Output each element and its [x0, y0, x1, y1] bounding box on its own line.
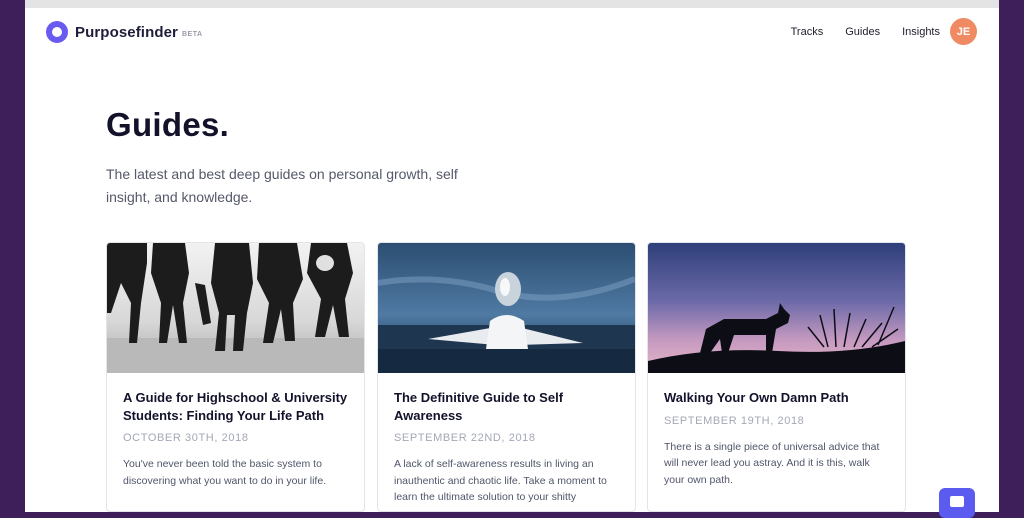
nav-item-guides[interactable]: Guides [845, 26, 880, 38]
guide-card-date: OCTOBER 30TH, 2018 [123, 432, 249, 444]
guide-card-image-students[interactable] [107, 243, 364, 373]
nav-item-tracks[interactable]: Tracks [791, 26, 824, 38]
avatar[interactable]: JE [950, 18, 977, 45]
mirror-head-ocean-image [378, 243, 635, 373]
logo-ring-icon [46, 21, 68, 43]
guide-card-excerpt: A lack of self-awareness results in livi… [394, 458, 607, 503]
guide-card[interactable]: Walking Your Own Damn Path SEPTEMBER 19T… [647, 242, 906, 512]
top-nav: Tracks Guides Insights JE [769, 18, 977, 45]
brand-name: Purposefinder [75, 23, 178, 41]
brand-logo[interactable]: Purposefinder BETA [46, 21, 203, 43]
guide-card-excerpt: You've never been told the basic system … [123, 458, 327, 487]
guide-card-image-mirror[interactable] [378, 243, 635, 373]
guide-card-excerpt: There is a single piece of universal adv… [664, 440, 880, 486]
nav-item-insights[interactable]: Insights [902, 26, 940, 38]
guide-card[interactable]: A Guide for Highschool & University Stud… [106, 242, 365, 512]
chat-button[interactable] [939, 488, 975, 518]
wolf-silhouette-image [648, 243, 905, 373]
guide-card-date: SEPTEMBER 19TH, 2018 [664, 414, 805, 427]
beta-badge: BETA [181, 30, 203, 38]
students-walking-image [107, 243, 364, 373]
guide-card-title[interactable]: The Definitive Guide to Self Awareness [394, 389, 619, 424]
guide-card-title[interactable]: Walking Your Own Damn Path [664, 389, 889, 407]
guide-card-date: SEPTEMBER 22ND, 2018 [394, 432, 536, 444]
guide-card-title[interactable]: A Guide for Highschool & University Stud… [123, 389, 348, 424]
guide-card-image-wolf[interactable] [648, 243, 905, 373]
guide-card[interactable]: The Definitive Guide to Self Awareness S… [377, 242, 636, 512]
chat-bubble-icon [950, 495, 964, 507]
page-title: Guides. [106, 106, 230, 143]
browser-top-strip [25, 0, 999, 8]
page-subtitle: The latest and best deep guides on perso… [106, 166, 458, 205]
page-container: Purposefinder BETA Tracks Guides Insight… [25, 8, 999, 512]
